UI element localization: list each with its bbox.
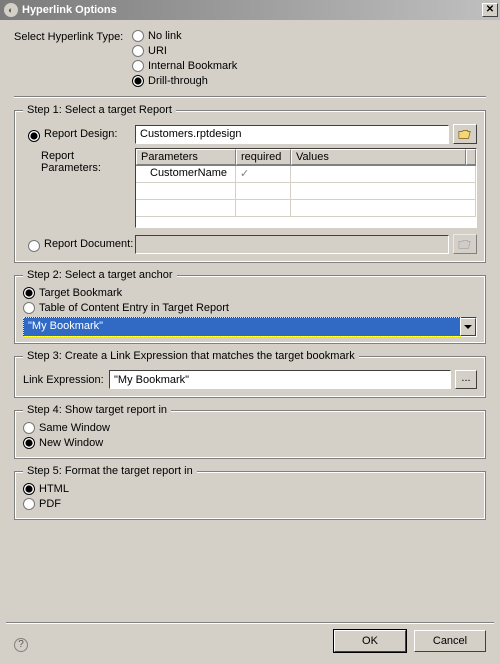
cancel-button[interactable]: Cancel	[414, 630, 486, 652]
radio-new-window[interactable]: New Window	[23, 437, 477, 449]
close-button[interactable]: ✕	[482, 3, 498, 17]
radio-no-link[interactable]: No link	[132, 30, 237, 42]
window-title: Hyperlink Options	[22, 4, 482, 16]
bookmark-dropdown[interactable]: "My Bookmark"	[23, 317, 477, 337]
radio-uri[interactable]: URI	[132, 45, 237, 57]
folder-open-icon	[458, 128, 472, 140]
parameters-table[interactable]: Parameters required Values CustomerName …	[135, 148, 477, 228]
table-row[interactable]: CustomerName ✓	[136, 166, 476, 183]
step2-legend: Step 2: Select a target anchor	[23, 269, 177, 281]
dropdown-value: "My Bookmark"	[24, 318, 460, 336]
radio-drill-through[interactable]: Drill-through	[132, 75, 237, 87]
radio-same-window[interactable]: Same Window	[23, 422, 477, 434]
report-document-input	[135, 235, 449, 254]
link-expression-label: Link Expression:	[23, 374, 109, 386]
report-design-input[interactable]	[135, 125, 449, 144]
step3-legend: Step 3: Create a Link Expression that ma…	[23, 350, 359, 362]
step2-group: Step 2: Select a target anchor Target Bo…	[14, 269, 486, 344]
radio-html[interactable]: HTML	[23, 483, 477, 495]
radio-toc-entry[interactable]: Table of Content Entry in Target Report	[23, 302, 477, 314]
radio-report-design[interactable]: Report Design:	[23, 127, 135, 142]
table-row[interactable]	[136, 183, 476, 200]
browse-document-button	[453, 234, 477, 254]
step4-group: Step 4: Show target report in Same Windo…	[14, 404, 486, 459]
hyperlink-type-label: Select Hyperlink Type:	[14, 30, 132, 90]
radio-pdf[interactable]: PDF	[23, 498, 477, 510]
browse-design-button[interactable]	[453, 124, 477, 144]
step4-legend: Step 4: Show target report in	[23, 404, 171, 416]
step1-group: Step 1: Select a target Report Report De…	[14, 104, 486, 263]
expression-builder-button[interactable]: ...	[455, 370, 477, 389]
app-icon: ◐	[4, 3, 18, 17]
radio-target-bookmark[interactable]: Target Bookmark	[23, 287, 477, 299]
step5-legend: Step 5: Format the target report in	[23, 465, 197, 477]
chevron-down-icon[interactable]	[460, 318, 476, 336]
step5-group: Step 5: Format the target report in HTML…	[14, 465, 486, 520]
divider	[14, 96, 486, 98]
radio-internal-bookmark[interactable]: Internal Bookmark	[132, 60, 237, 72]
link-expression-input[interactable]	[109, 370, 451, 389]
ok-button[interactable]: OK	[334, 630, 406, 652]
parameters-header: Parameters required Values	[136, 149, 476, 166]
radio-report-document[interactable]: Report Document:	[23, 237, 135, 252]
folder-open-icon	[458, 238, 472, 250]
step3-group: Step 3: Create a Link Expression that ma…	[14, 350, 486, 398]
report-parameters-label: Report Parameters:	[23, 148, 135, 174]
step1-legend: Step 1: Select a target Report	[23, 104, 176, 116]
table-row[interactable]	[136, 200, 476, 217]
title-bar: ◐ Hyperlink Options ✕	[0, 0, 500, 20]
